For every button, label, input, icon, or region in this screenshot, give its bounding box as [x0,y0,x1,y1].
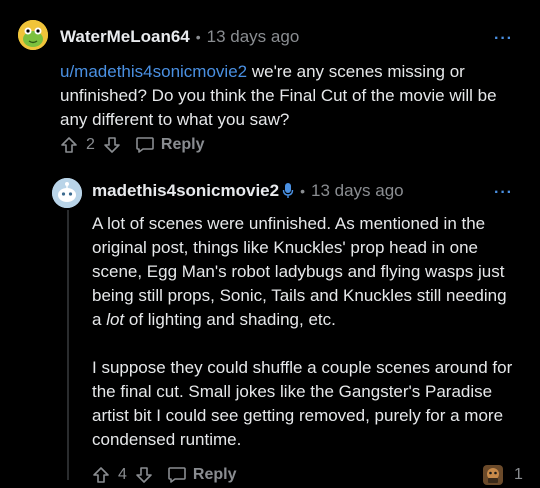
separator-dot: • [195,29,201,45]
speech-bubble-icon [168,467,186,483]
username[interactable]: WaterMeLoan64 [60,27,190,47]
comment-header: madethis4sonicmovie2 • 13 days ago [92,178,404,204]
separator-dot: • [300,183,305,199]
comment-paragraph-1: A lot of scenes were unfinished. As ment… [92,214,507,329]
speech-bubble-icon [136,137,154,153]
award-count: 1 [514,466,523,483]
comment-actions: 4 Reply [92,462,236,488]
vote-count: 2 [86,136,95,153]
comment-body: A lot of scenes were unfinished. As ment… [92,212,520,452]
comment-header: WaterMeLoan64 • 13 days ago [60,24,299,50]
user-avatar-icon[interactable] [52,178,82,208]
snoo-frog-avatar-icon [18,20,48,50]
reply-label: Reply [192,466,237,483]
comment-waterMeLoan64: WaterMeLoan64 • 13 days ago ··· u/madeth… [0,0,540,170]
upvote-arrow-icon[interactable] [92,466,110,484]
upvote-arrow-icon[interactable] [60,136,78,154]
reply-button[interactable]: Reply [135,136,205,154]
timestamp: 13 days ago [310,181,404,200]
reply-label: Reply [160,136,205,153]
comment-paragraph-2: I suppose they could shuffle a couple sc… [92,358,513,449]
award-badge[interactable]: 1 [482,464,523,486]
more-options-button[interactable]: ··· [494,30,513,48]
award-icon [483,465,503,485]
reply-button[interactable]: Reply [167,466,237,484]
timestamp: 13 days ago [206,27,300,46]
downvote-arrow-icon[interactable] [135,466,153,484]
more-options-button[interactable]: ··· [494,184,513,202]
username[interactable]: madethis4sonicmovie2 [92,181,279,201]
comment-actions: 2 Reply [60,132,204,158]
microphone-icon [282,182,294,200]
comment-body: u/madethis4sonicmovie2 we're any scenes … [60,60,520,132]
comment-madethis4sonicmovie2: madethis4sonicmovie2 • 13 days ago ··· A… [0,170,540,488]
downvote-arrow-icon[interactable] [103,136,121,154]
vote-count: 4 [118,466,127,483]
user-mention-link[interactable]: u/madethis4sonicmovie2 [60,62,247,81]
user-avatar-icon[interactable] [18,20,48,50]
snoo-avatar-icon [52,178,82,208]
emphasis-text: lot [106,310,125,329]
